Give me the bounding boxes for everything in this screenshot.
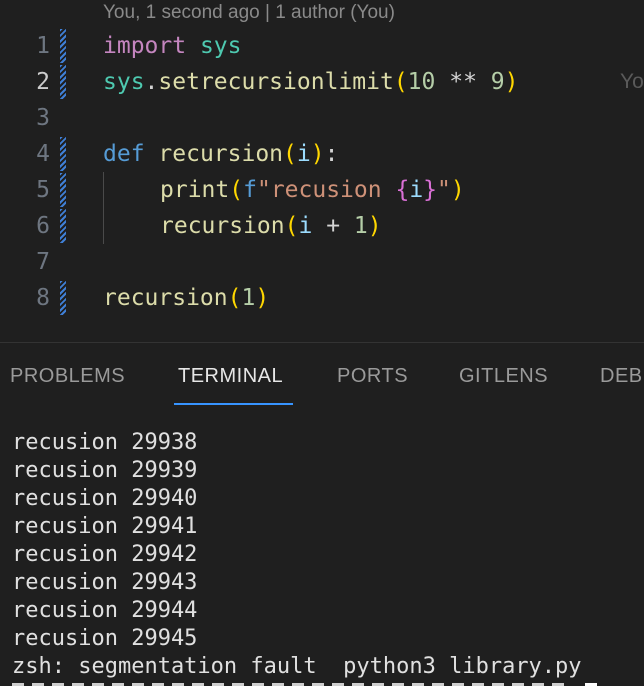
inline-blame-annotation: Yo <box>620 70 644 93</box>
code-line-4[interactable]: 4 def recursion(i): <box>0 136 644 172</box>
code-text: import sys <box>103 33 242 59</box>
line-number: 6 <box>36 213 50 239</box>
terminal-output[interactable]: recusion 29938 recusion 29939 recusion 2… <box>0 407 644 686</box>
tab-gitlens[interactable]: GITLENS <box>459 365 548 388</box>
code-line-1[interactable]: 1 import sys <box>0 28 644 64</box>
terminal-line: recusion 29939 <box>12 458 198 483</box>
code-line-6[interactable]: 6 recursion(i + 1) <box>0 208 644 244</box>
code-line-7[interactable]: 7 <box>0 244 644 280</box>
code-line-8[interactable]: 8 recursion(1) <box>0 280 644 316</box>
terminal-line: recusion 29941 <box>12 514 198 539</box>
line-number: 4 <box>36 141 50 167</box>
tab-debug-console[interactable]: DEB <box>600 365 643 388</box>
terminal-line: recusion 29942 <box>12 542 198 567</box>
git-blame-codelens[interactable]: You, 1 second ago | 1 author (You) <box>103 2 395 24</box>
tab-problems[interactable]: PROBLEMS <box>10 365 125 388</box>
code-text: recursion(1) <box>103 285 270 311</box>
terminal-line: recusion 29940 <box>12 486 198 511</box>
line-number: 2 <box>36 69 50 95</box>
terminal-line: recusion 29945 <box>12 626 198 651</box>
line-number: 3 <box>36 105 50 131</box>
git-modified-indicator[interactable] <box>60 29 66 63</box>
git-modified-indicator[interactable] <box>60 173 66 207</box>
terminal-line: recusion 29938 <box>12 430 198 455</box>
terminal-line: recusion 29943 <box>12 570 198 595</box>
git-modified-indicator[interactable] <box>60 65 66 99</box>
panel-tab-bar: PROBLEMS TERMINAL PORTS GITLENS DEB <box>0 343 644 407</box>
code-text: def recursion(i): <box>103 141 339 167</box>
tab-ports[interactable]: PORTS <box>337 365 408 388</box>
code-text: print(f"recusion {i}") <box>160 177 465 203</box>
tab-terminal[interactable]: TERMINAL <box>178 365 283 388</box>
terminal-error-line: zsh: segmentation fault python3 library.… <box>12 654 582 679</box>
active-tab-indicator <box>174 403 293 405</box>
git-modified-indicator[interactable] <box>60 281 66 315</box>
code-line-5[interactable]: 5 print(f"recusion {i}") <box>0 172 644 208</box>
terminal-line: recusion 29944 <box>12 598 198 623</box>
line-number: 1 <box>36 33 50 59</box>
code-text: recursion(i + 1) <box>160 213 382 239</box>
line-number: 5 <box>36 177 50 203</box>
indent-guide <box>103 172 104 244</box>
git-modified-indicator[interactable] <box>60 137 66 171</box>
code-line-2[interactable]: 2 sys.setrecursionlimit(10 ** 9) <box>0 64 644 100</box>
code-editor[interactable]: You, 1 second ago | 1 author (You) 1 imp… <box>0 0 644 342</box>
line-number: 7 <box>36 249 50 275</box>
line-number: 8 <box>36 285 50 311</box>
code-line-3[interactable]: 3 <box>0 100 644 136</box>
git-modified-indicator[interactable] <box>60 209 66 243</box>
code-text: sys.setrecursionlimit(10 ** 9) <box>103 69 519 95</box>
